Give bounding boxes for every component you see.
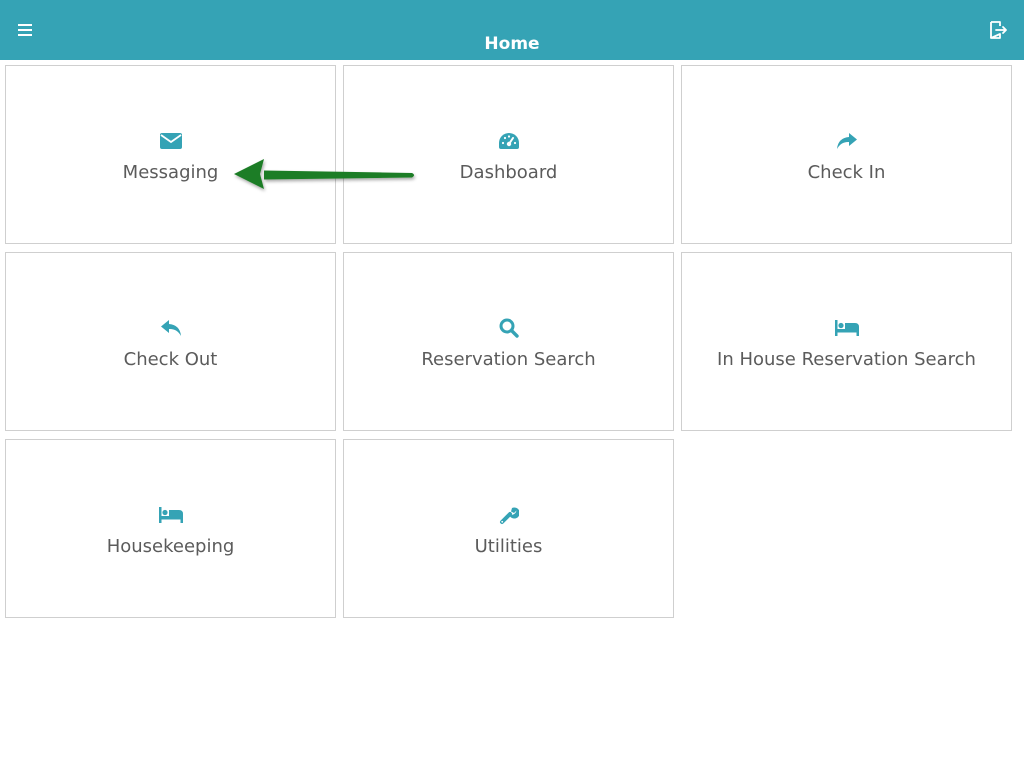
tile-reservation-search[interactable]: Reservation Search [343, 252, 674, 431]
tile-label: Dashboard [459, 162, 558, 183]
tile-label: Housekeeping [106, 536, 235, 557]
tile-utilities[interactable]: Utilities [343, 439, 674, 618]
tile-label: Check In [807, 162, 886, 183]
tile-label: Utilities [474, 536, 543, 557]
bed-icon [158, 504, 183, 526]
envelope-icon [159, 130, 183, 152]
tile-label: Reservation Search [421, 349, 596, 370]
dashboard-gauge-icon [497, 130, 521, 152]
tile-label: Messaging [122, 162, 219, 183]
page-title: Home [484, 34, 540, 54]
tile-messaging[interactable]: Messaging [5, 65, 336, 244]
tile-housekeeping[interactable]: Housekeeping [5, 439, 336, 618]
tile-check-in[interactable]: Check In [681, 65, 1012, 244]
tile-dashboard[interactable]: Dashboard [343, 65, 674, 244]
tile-check-out[interactable]: Check Out [5, 252, 336, 431]
tile-label: Check Out [123, 349, 218, 370]
search-icon [497, 317, 521, 339]
tile-in-house-reservation-search[interactable]: In House Reservation Search [681, 252, 1012, 431]
bed-icon [834, 317, 859, 339]
wrench-icon [497, 504, 521, 526]
sign-out-icon[interactable] [986, 18, 1010, 42]
reply-arrow-icon [159, 317, 183, 339]
share-arrow-icon [835, 130, 859, 152]
tile-label: In House Reservation Search [717, 349, 976, 370]
app-header: Home [0, 0, 1024, 60]
